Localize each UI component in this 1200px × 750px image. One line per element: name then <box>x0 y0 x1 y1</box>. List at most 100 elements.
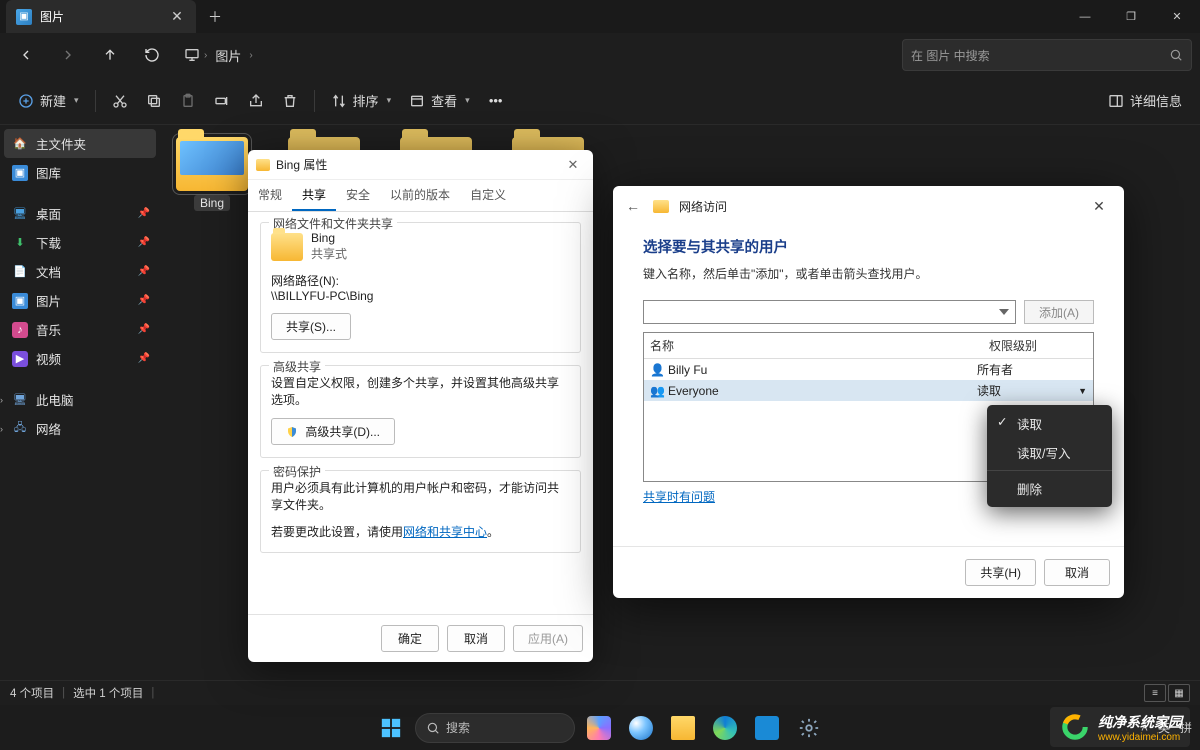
sidebar-item-music[interactable]: ♪音乐📌 <box>4 315 156 344</box>
sidebar-item-thispc[interactable]: ›🖥此电脑 <box>4 385 156 414</box>
start-button[interactable] <box>373 710 409 746</box>
close-button[interactable]: ✕ <box>1084 198 1114 215</box>
sidebar: 🏠主文件夹 ▣图库 🖥桌面📌 ⬇下载📌 📄文档📌 ▣图片📌 ♪音乐📌 ▶视频📌 … <box>0 125 160 680</box>
share-button[interactable] <box>240 84 272 118</box>
forward-button[interactable] <box>50 37 86 73</box>
new-tab-button[interactable]: ＋ <box>200 3 230 31</box>
details-pane-button[interactable]: 详细信息 <box>1100 84 1190 118</box>
user-name: Everyone <box>668 384 719 398</box>
list-item[interactable]: 👤Billy Fu 所有者 <box>644 359 1093 380</box>
minimize-button[interactable]: — <box>1062 0 1108 33</box>
share-button[interactable]: 共享(S)... <box>271 313 351 340</box>
add-button[interactable]: 添加(A) <box>1024 300 1094 324</box>
advanced-share-button[interactable]: 高级共享(D)... <box>271 418 395 445</box>
add-user-row: 添加(A) <box>643 300 1094 324</box>
share-confirm-button[interactable]: 共享(H) <box>965 559 1036 586</box>
taskview-button[interactable] <box>581 710 617 746</box>
properties-dialog: Bing 属性 ✕ 常规 共享 安全 以前的版本 自定义 网络文件和文件夹共享 … <box>248 150 593 662</box>
menu-item-readwrite[interactable]: 读取/写入 <box>987 438 1112 467</box>
rename-button[interactable] <box>206 84 238 118</box>
sidebar-item-label: 桌面 <box>36 204 61 223</box>
list-item[interactable]: 👥Everyone 读取 ▼ <box>644 380 1093 401</box>
network-center-link[interactable]: 网络和共享中心 <box>403 525 487 539</box>
sidebar-item-label: 文档 <box>36 262 61 281</box>
taskbar-explorer[interactable] <box>665 710 701 746</box>
view-switcher: ≡ ▦ <box>1144 684 1190 702</box>
col-name[interactable]: 名称 <box>644 333 983 358</box>
copy-button[interactable] <box>138 84 170 118</box>
taskbar-store[interactable] <box>749 710 785 746</box>
ok-button[interactable]: 确定 <box>381 625 439 652</box>
properties-tabs: 常规 共享 安全 以前的版本 自定义 <box>248 180 593 212</box>
sort-button[interactable]: 排序 ▾ <box>323 84 400 118</box>
cancel-button[interactable]: 取消 <box>1044 559 1110 586</box>
tab-sharing[interactable]: 共享 <box>292 180 336 211</box>
user-name: Billy Fu <box>668 363 707 377</box>
close-button[interactable]: ✕ <box>1154 0 1200 33</box>
video-icon: ▶ <box>12 351 28 367</box>
menu-item-read[interactable]: ✓读取 <box>987 409 1112 438</box>
status-bar: 4 个项目 | 选中 1 个项目 | ≡ ▦ <box>0 680 1200 705</box>
breadcrumb-pictures[interactable]: 图片 <box>211 42 245 69</box>
chevron-right-icon[interactable]: › <box>0 424 10 434</box>
sidebar-item-pictures[interactable]: ▣图片📌 <box>4 286 156 315</box>
home-icon: 🏠 <box>12 136 28 152</box>
sidebar-item-videos[interactable]: ▶视频📌 <box>4 344 156 373</box>
tab-close-icon[interactable]: ✕ <box>168 8 186 25</box>
paste-button[interactable] <box>172 84 204 118</box>
properties-titlebar[interactable]: Bing 属性 ✕ <box>248 150 593 180</box>
user-combobox[interactable] <box>643 300 1016 324</box>
taskbar-search-label: 搜索 <box>446 719 470 736</box>
sidebar-item-downloads[interactable]: ⬇下载📌 <box>4 228 156 257</box>
network-access-header[interactable]: ← 网络访问 ✕ <box>613 186 1124 226</box>
more-button[interactable]: ••• <box>480 84 512 118</box>
taskbar-edge[interactable] <box>707 710 743 746</box>
sidebar-item-documents[interactable]: 📄文档📌 <box>4 257 156 286</box>
cut-button[interactable] <box>104 84 136 118</box>
view-details-button[interactable]: ≡ <box>1144 684 1166 702</box>
new-button[interactable]: 新建 ▾ <box>10 84 87 118</box>
address-bar[interactable]: › 图片 › <box>184 42 253 69</box>
chevron-right-icon[interactable]: › <box>0 395 10 405</box>
maximize-button[interactable]: ❐ <box>1108 0 1154 33</box>
sidebar-item-home[interactable]: 🏠主文件夹 <box>4 129 156 158</box>
watermark-url: www.yidaimei.com <box>1098 732 1182 743</box>
back-button[interactable]: ← <box>623 198 643 214</box>
netpath-label: 网络路径(N): <box>271 272 570 289</box>
search-input[interactable]: 在 图片 中搜索 <box>902 39 1192 71</box>
folder-bing[interactable]: Bing <box>168 137 256 211</box>
tab-general[interactable]: 常规 <box>248 180 292 211</box>
apply-button[interactable]: 应用(A) <box>513 625 583 652</box>
close-button[interactable]: ✕ <box>561 157 585 173</box>
menu-label: 读取/写入 <box>1017 447 1070 461</box>
view-button[interactable]: 查看 ▾ <box>401 84 478 118</box>
menu-item-remove[interactable]: 删除 <box>987 474 1112 503</box>
chevron-down-icon[interactable]: ▼ <box>1078 386 1087 396</box>
tab-security[interactable]: 安全 <box>336 180 380 211</box>
cancel-button[interactable]: 取消 <box>447 625 505 652</box>
delete-button[interactable] <box>274 84 306 118</box>
up-button[interactable] <box>92 37 128 73</box>
netpath-value: \\BILLYFU-PC\Bing <box>271 289 570 303</box>
refresh-button[interactable] <box>134 37 170 73</box>
folder-icon <box>256 159 270 171</box>
view-icons-button[interactable]: ▦ <box>1168 684 1190 702</box>
taskbar-settings[interactable] <box>791 710 827 746</box>
taskbar-search[interactable]: 搜索 <box>415 713 575 743</box>
details-icon <box>1108 93 1124 109</box>
tab-customize[interactable]: 自定义 <box>460 180 516 211</box>
menu-label: 读取 <box>1017 418 1042 432</box>
status-count: 4 个项目 <box>10 685 54 701</box>
network-access-title: 网络访问 <box>679 198 727 215</box>
properties-title: Bing 属性 <box>276 156 327 173</box>
col-permission[interactable]: 权限级别 <box>983 333 1093 358</box>
taskbar-app[interactable] <box>623 710 659 746</box>
adv-btn-label: 高级共享(D)... <box>305 425 380 439</box>
sidebar-item-desktop[interactable]: 🖥桌面📌 <box>4 199 156 228</box>
tab-previous-versions[interactable]: 以前的版本 <box>380 180 460 211</box>
tab-pictures[interactable]: ▣ 图片 ✕ <box>6 0 196 33</box>
sidebar-item-network[interactable]: ›🖧网络 <box>4 414 156 443</box>
separator <box>95 90 96 112</box>
sidebar-item-gallery[interactable]: ▣图库 <box>4 158 156 187</box>
back-button[interactable] <box>8 37 44 73</box>
